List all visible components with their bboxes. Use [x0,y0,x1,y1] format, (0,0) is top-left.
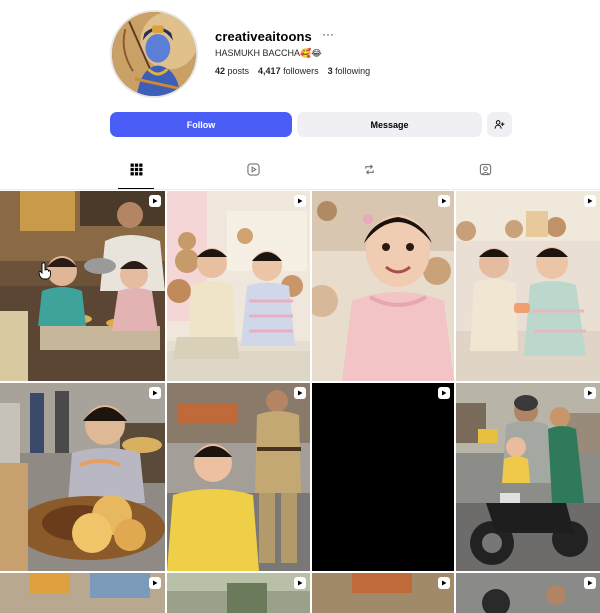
post-tile[interactable] [312,383,454,571]
play-icon [442,390,447,396]
post-tile[interactable] [456,191,600,381]
post-tile[interactable] [0,573,165,613]
posts-stat: 42 posts [215,66,250,76]
play-icon [153,580,158,586]
post-tile[interactable] [0,383,165,571]
suggest-people-button[interactable] [487,112,512,137]
profile-stats: 42 posts 4,417 followers 3 following [215,66,370,76]
more-options-icon[interactable]: ··· [322,27,334,41]
post-tile[interactable] [167,383,310,571]
reposts-icon [364,164,374,175]
reel-badge [584,577,596,589]
post-tile[interactable] [456,573,600,613]
follow-button[interactable]: Follow [110,112,292,137]
reel-badge [584,195,596,207]
post-tile[interactable] [456,383,600,571]
avatar-illustration [112,12,196,96]
tab-tagged[interactable] [467,163,503,189]
reel-badge [438,387,450,399]
play-icon [442,198,447,204]
post-thumbnail [456,383,600,571]
post-thumbnail [0,191,165,381]
post-thumbnail [167,191,310,381]
play-icon [298,198,303,204]
play-icon [442,580,447,586]
reel-badge [584,387,596,399]
play-icon [588,580,593,586]
reel-badge [438,577,450,589]
reel-badge [294,387,306,399]
profile-username: creativeaitoons [215,29,312,44]
add-person-icon [494,120,505,129]
reel-badge [438,195,450,207]
profile-tabs [0,163,600,190]
reel-badge [294,195,306,207]
reel-badge [294,577,306,589]
post-thumbnail [167,383,310,571]
post-tile[interactable] [167,573,310,613]
post-tile[interactable] [312,573,454,613]
play-icon [298,580,303,586]
play-icon [588,198,593,204]
play-icon [153,198,158,204]
reel-badge [149,387,161,399]
grid-icon [130,163,142,176]
reels-icon [246,163,260,176]
post-tile[interactable] [0,191,165,381]
followers-stat[interactable]: 4,417 followers [258,66,319,76]
reel-badge [149,577,161,589]
play-icon [153,390,158,396]
post-thumbnail [0,383,165,571]
tab-posts[interactable] [118,163,154,190]
post-thumbnail [167,573,310,613]
tagged-icon [479,163,491,176]
tabs-divider [0,189,600,190]
profile-avatar[interactable] [110,10,198,98]
message-button[interactable]: Message [297,112,482,137]
play-icon [588,390,593,396]
post-thumbnail [456,191,600,381]
post-thumbnail [312,573,454,613]
post-thumbnail [456,573,600,613]
post-tile[interactable] [167,191,310,381]
profile-full-name: HASMUKH BACCHA🥰😂 [215,48,322,58]
post-tile[interactable] [312,191,454,381]
play-icon [298,390,303,396]
tab-reposts[interactable] [351,163,387,189]
tab-reels[interactable] [235,163,271,189]
reel-badge [149,195,161,207]
post-thumbnail [0,573,165,613]
following-stat[interactable]: 3 following [328,66,371,76]
post-thumbnail [312,191,454,381]
